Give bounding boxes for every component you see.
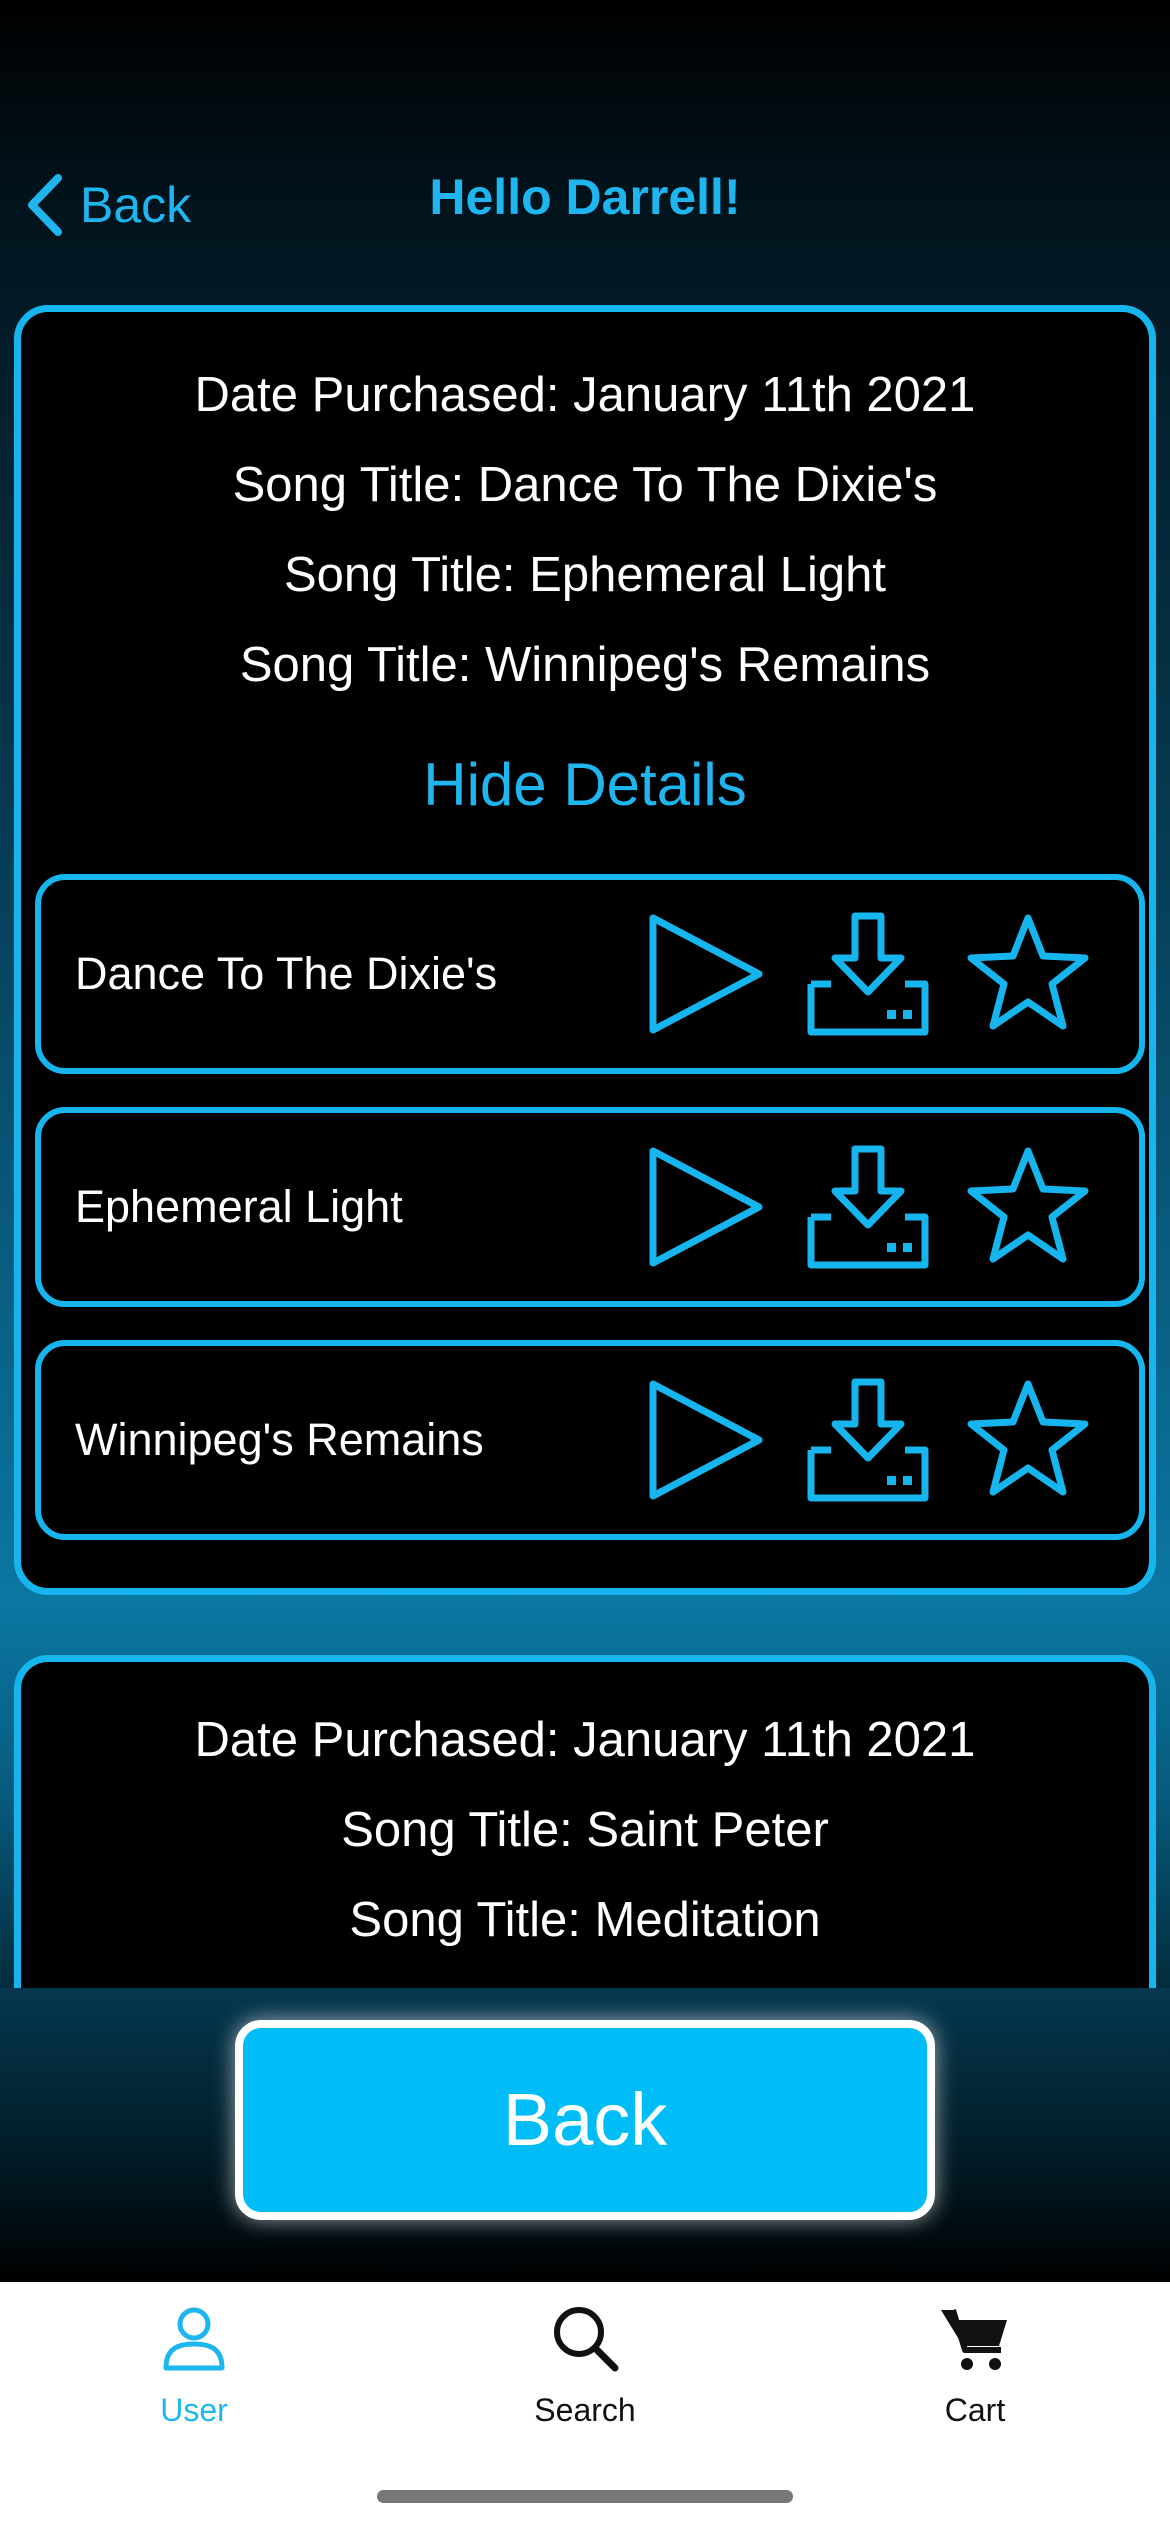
tab-cart[interactable]: Cart xyxy=(855,2302,1095,2429)
back-button[interactable]: Back xyxy=(235,2020,935,2220)
song-row: Winnipeg's Remains xyxy=(35,1340,1145,1540)
cart-icon xyxy=(941,2309,1007,2370)
tab-label: User xyxy=(160,2392,228,2428)
tab-search[interactable]: Search xyxy=(465,2302,705,2429)
date-purchased: Date Purchased: January 11th 2021 xyxy=(194,1713,976,1767)
user-icon xyxy=(163,2307,225,2371)
song-title-line: Song Title: Saint Peter xyxy=(341,1803,829,1857)
song-name: Dance To The Dixie's xyxy=(75,948,498,999)
purchase-card: Date Purchased: January 11th 2021 Song T… xyxy=(14,305,1156,1595)
page-title: Hello Darrell! xyxy=(429,169,741,225)
song-title-line: Song Title: Winnipeg's Remains xyxy=(239,638,931,692)
tab-bar: User Search Cart xyxy=(0,2282,1170,2532)
hide-details-link[interactable]: Hide Details xyxy=(21,750,1149,819)
tab-label: Cart xyxy=(944,2392,1006,2428)
song-name: Winnipeg's Remains xyxy=(75,1414,484,1465)
song-title-line: Song Title: Meditation xyxy=(349,1893,821,1947)
song-row: Ephemeral Light xyxy=(35,1107,1145,1307)
home-indicator xyxy=(377,2490,793,2503)
play-icon[interactable] xyxy=(641,910,771,1038)
song-name: Ephemeral Light xyxy=(75,1181,403,1232)
screen: Back Hello Darrell! Date Purchased: Janu… xyxy=(0,0,1170,2282)
song-title-line: Song Title: Dance To The Dixie's xyxy=(232,458,938,512)
download-icon[interactable] xyxy=(803,1143,933,1271)
song-row: Dance To The Dixie's xyxy=(35,874,1145,1074)
play-icon[interactable] xyxy=(641,1376,771,1504)
tab-label: Search xyxy=(534,2392,636,2428)
star-icon[interactable] xyxy=(963,1376,1093,1504)
search-icon xyxy=(554,2307,619,2372)
song-title-line: Song Title: Ephemeral Light xyxy=(284,548,886,602)
tab-user[interactable]: User xyxy=(74,2302,314,2429)
play-icon[interactable] xyxy=(641,1143,771,1271)
star-icon[interactable] xyxy=(963,910,1093,1038)
download-icon[interactable] xyxy=(803,910,933,1038)
date-purchased: Date Purchased: January 11th 2021 xyxy=(194,368,976,422)
star-icon[interactable] xyxy=(963,1143,1093,1271)
download-icon[interactable] xyxy=(803,1376,933,1504)
